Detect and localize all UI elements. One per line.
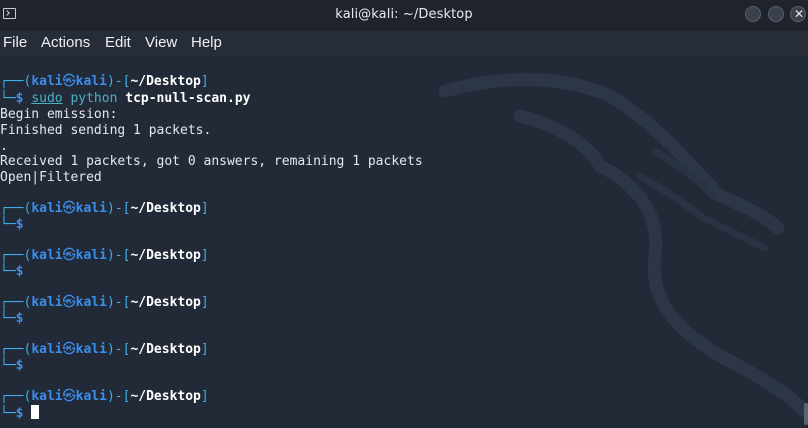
- title-bar: kali@kali: ~/Desktop ✕: [0, 0, 808, 32]
- output-line: .: [0, 139, 8, 154]
- prompt-line-4: ┌──(kali㉿kali)-[~/Desktop]: [0, 295, 209, 310]
- command-script: tcp-null-scan.py: [125, 91, 251, 106]
- command-line: └─$ sudo python tcp-null-scan.py: [0, 91, 251, 106]
- menu-edit[interactable]: Edit: [105, 34, 131, 51]
- scrollbar[interactable]: [804, 403, 808, 425]
- minimize-button[interactable]: [745, 6, 761, 22]
- menu-file[interactable]: File: [3, 34, 27, 51]
- command-interpreter: python: [70, 91, 118, 106]
- output-line: Begin emission:: [0, 107, 118, 122]
- prompt-input-line-5: └─$: [0, 358, 24, 373]
- terminal-window: kali@kali: ~/Desktop ✕ File Actions Edit…: [0, 0, 808, 428]
- prompt-line-1: ┌──(kali㉿kali)-[~/Desktop]: [0, 74, 209, 89]
- kali-dragon-logo: [438, 73, 808, 418]
- prompt-line-6: ┌──(kali㉿kali)-[~/Desktop]: [0, 389, 209, 404]
- output-line: Finished sending 1 packets.: [0, 123, 212, 138]
- command-sudo: sudo: [31, 91, 63, 106]
- menu-bar: File Actions Edit View Help: [0, 31, 808, 56]
- prompt-line-5: ┌──(kali㉿kali)-[~/Desktop]: [0, 342, 209, 357]
- prompt-input-line-4: └─$: [0, 311, 24, 326]
- output-line: Received 1 packets, got 0 answers, remai…: [0, 154, 423, 169]
- output-line: Open|Filtered: [0, 170, 102, 185]
- menu-actions[interactable]: Actions: [41, 34, 90, 51]
- close-icon: ✕: [793, 7, 805, 21]
- prompt-input-line-2: └─$: [0, 217, 24, 232]
- maximize-button[interactable]: [768, 6, 784, 22]
- prompt-input-line-3: └─$: [0, 264, 24, 279]
- close-button[interactable]: ✕: [790, 6, 806, 22]
- menu-view[interactable]: View: [145, 34, 177, 51]
- prompt-line-3: ┌──(kali㉿kali)-[~/Desktop]: [0, 248, 209, 263]
- menu-help[interactable]: Help: [191, 34, 222, 51]
- terminal-output-area[interactable]: ┌──(kali㉿kali)-[~/Desktop] └─$ sudo pyth…: [0, 56, 808, 428]
- text-cursor: [31, 405, 40, 419]
- window-title: kali@kali: ~/Desktop: [335, 7, 473, 22]
- prompt-line-2: ┌──(kali㉿kali)-[~/Desktop]: [0, 201, 209, 216]
- active-input-line[interactable]: └─$: [0, 405, 40, 421]
